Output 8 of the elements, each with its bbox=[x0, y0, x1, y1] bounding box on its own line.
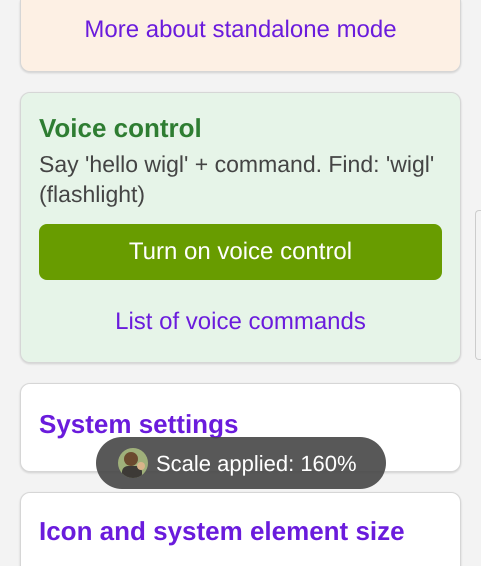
voice-commands-link[interactable]: List of voice commands bbox=[115, 308, 366, 335]
card-description: Say 'hello wigl' + command. Find: 'wigl' (flashlight) bbox=[39, 150, 436, 210]
scroll-handle[interactable] bbox=[475, 210, 481, 360]
card-title[interactable]: System settings bbox=[39, 410, 442, 439]
card-title[interactable]: Icon and system element size bbox=[39, 516, 442, 546]
toast-text: Scale applied: 160% bbox=[156, 450, 357, 478]
card-title: Voice control bbox=[39, 113, 203, 144]
standalone-mode-link[interactable]: More about standalone mode bbox=[84, 16, 397, 43]
